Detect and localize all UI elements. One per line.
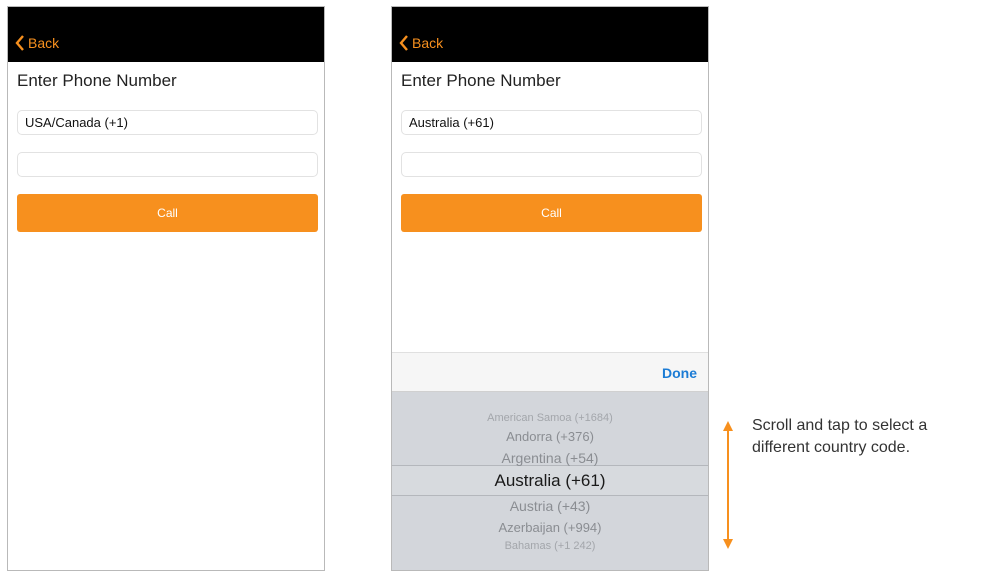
picker-option[interactable]: American Samoa (+1684) bbox=[392, 412, 708, 424]
picker-option-selected[interactable]: Australia (+61) bbox=[392, 471, 708, 491]
picker-option[interactable]: Bahamas (+1 242) bbox=[392, 540, 708, 552]
country-picker-wheel[interactable]: American Samoa (+1684) Andorra (+376) Ar… bbox=[392, 392, 708, 570]
back-label: Back bbox=[28, 35, 60, 51]
back-button[interactable]: Back bbox=[14, 35, 59, 51]
back-label: Back bbox=[412, 35, 444, 51]
page-title: Enter Phone Number bbox=[17, 71, 177, 90]
chevron-left-icon bbox=[399, 35, 408, 51]
caption-line: different country code. bbox=[752, 439, 911, 456]
annotation-caption: Scroll and tap to select a different cou… bbox=[752, 415, 987, 459]
done-button[interactable]: Done bbox=[662, 365, 697, 381]
country-code-field[interactable]: Australia (+61) bbox=[401, 110, 702, 135]
phone-screen-right: Back Enter Phone Number Australia (+61) … bbox=[391, 6, 709, 571]
double-arrow-icon bbox=[723, 421, 733, 549]
navigation-bar: Back bbox=[8, 7, 324, 62]
back-button[interactable]: Back bbox=[398, 35, 443, 51]
picker-toolbar: Done bbox=[392, 352, 708, 392]
picker-option[interactable]: Azerbaijan (+994) bbox=[392, 520, 708, 535]
chevron-left-icon bbox=[15, 35, 24, 51]
phone-number-input[interactable] bbox=[17, 152, 318, 177]
phone-number-input[interactable] bbox=[401, 152, 702, 177]
page-title: Enter Phone Number bbox=[401, 71, 561, 90]
navigation-bar: Back bbox=[392, 7, 708, 62]
phone-screen-left: Back Enter Phone Number USA/Canada (+1) … bbox=[7, 6, 325, 571]
call-button[interactable]: Call bbox=[401, 194, 702, 232]
caption-line: Scroll and tap to select a bbox=[752, 417, 928, 434]
country-code-field[interactable]: USA/Canada (+1) bbox=[17, 110, 318, 135]
call-button[interactable]: Call bbox=[17, 194, 318, 232]
picker-option[interactable]: Andorra (+376) bbox=[392, 429, 708, 444]
picker-option[interactable]: Austria (+43) bbox=[392, 498, 708, 514]
picker-option[interactable]: Argentina (+54) bbox=[392, 450, 708, 466]
